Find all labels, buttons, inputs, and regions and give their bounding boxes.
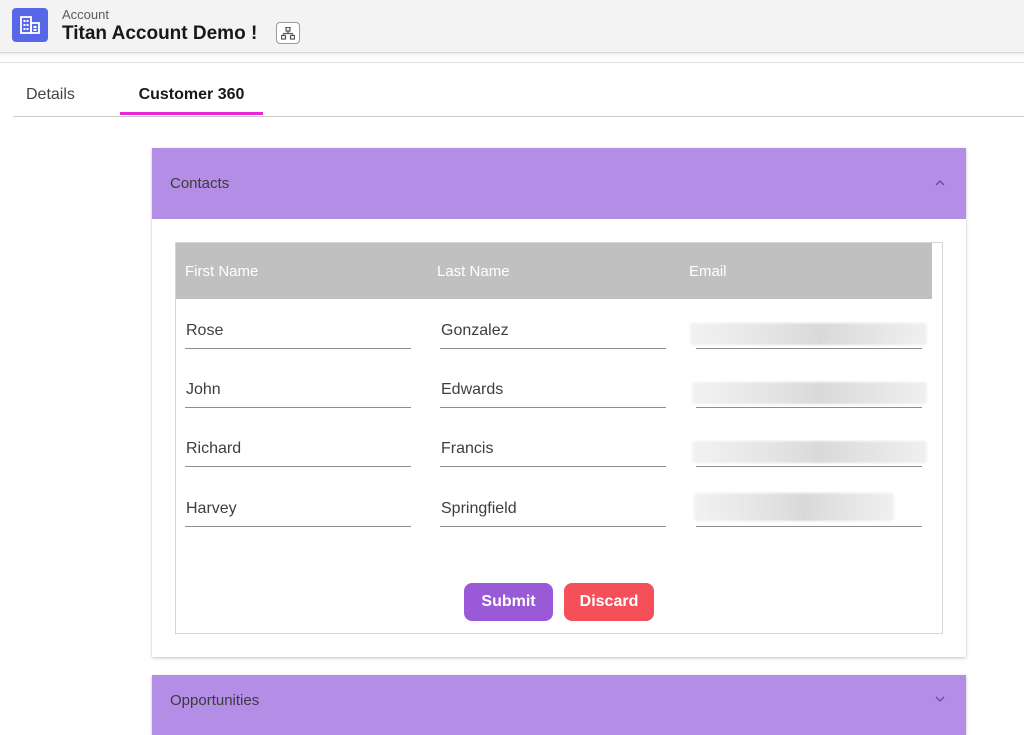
- first-name-field[interactable]: Harvey: [185, 479, 411, 527]
- table-row: Harvey Springfield: [176, 479, 932, 529]
- contacts-section: Contacts First Name Last Name Email Rose…: [152, 148, 966, 657]
- contacts-section-title: Contacts: [170, 175, 230, 192]
- object-label: Account: [62, 7, 109, 22]
- opportunities-section-title: Opportunities: [170, 692, 260, 709]
- opportunities-section-header[interactable]: Opportunities: [152, 675, 966, 735]
- email-field[interactable]: [692, 360, 927, 408]
- column-header-last-name[interactable]: Last Name: [437, 263, 510, 280]
- hierarchy-icon: [281, 26, 295, 40]
- email-field[interactable]: [694, 479, 922, 527]
- discard-button[interactable]: Discard: [564, 583, 654, 621]
- record-title: Titan Account Demo !: [62, 23, 258, 44]
- first-name-field[interactable]: Rose: [185, 301, 411, 349]
- last-name-field[interactable]: Springfield: [440, 479, 666, 527]
- redacted-email: [692, 382, 927, 404]
- tab-bar: Details Customer 360: [13, 62, 1024, 117]
- table-row: Richard Francis: [176, 419, 932, 469]
- chevron-up-icon[interactable]: [934, 178, 946, 188]
- first-name-field[interactable]: Richard: [185, 419, 411, 467]
- tab-details[interactable]: Details: [26, 86, 75, 104]
- chevron-down-icon[interactable]: [934, 694, 946, 704]
- first-name-field[interactable]: John: [185, 360, 411, 408]
- redacted-email: [690, 323, 927, 345]
- record-header: Account Titan Account Demo !: [0, 0, 1024, 53]
- table-row: John Edwards: [176, 360, 932, 410]
- submit-button[interactable]: Submit: [464, 583, 553, 621]
- table-row: Rose Gonzalez: [176, 301, 932, 351]
- contacts-section-header[interactable]: Contacts: [152, 148, 966, 219]
- contacts-table: First Name Last Name Email Rose Gonzalez…: [175, 242, 943, 634]
- email-field[interactable]: [690, 301, 927, 349]
- active-tab-indicator: [120, 112, 263, 115]
- building-icon: [12, 8, 48, 42]
- redacted-email: [694, 493, 894, 521]
- last-name-field[interactable]: Edwards: [440, 360, 666, 408]
- column-header-email[interactable]: Email: [689, 263, 727, 280]
- email-field[interactable]: [692, 419, 927, 467]
- view-hierarchy-button[interactable]: [276, 22, 300, 44]
- redacted-email: [692, 441, 927, 463]
- last-name-field[interactable]: Francis: [440, 419, 666, 467]
- column-header-first-name[interactable]: First Name: [185, 263, 258, 280]
- table-header-row: First Name Last Name Email: [176, 243, 932, 299]
- last-name-field[interactable]: Gonzalez: [440, 301, 666, 349]
- opportunities-section: Opportunities: [152, 675, 966, 735]
- tab-customer-360[interactable]: Customer 360: [120, 86, 263, 104]
